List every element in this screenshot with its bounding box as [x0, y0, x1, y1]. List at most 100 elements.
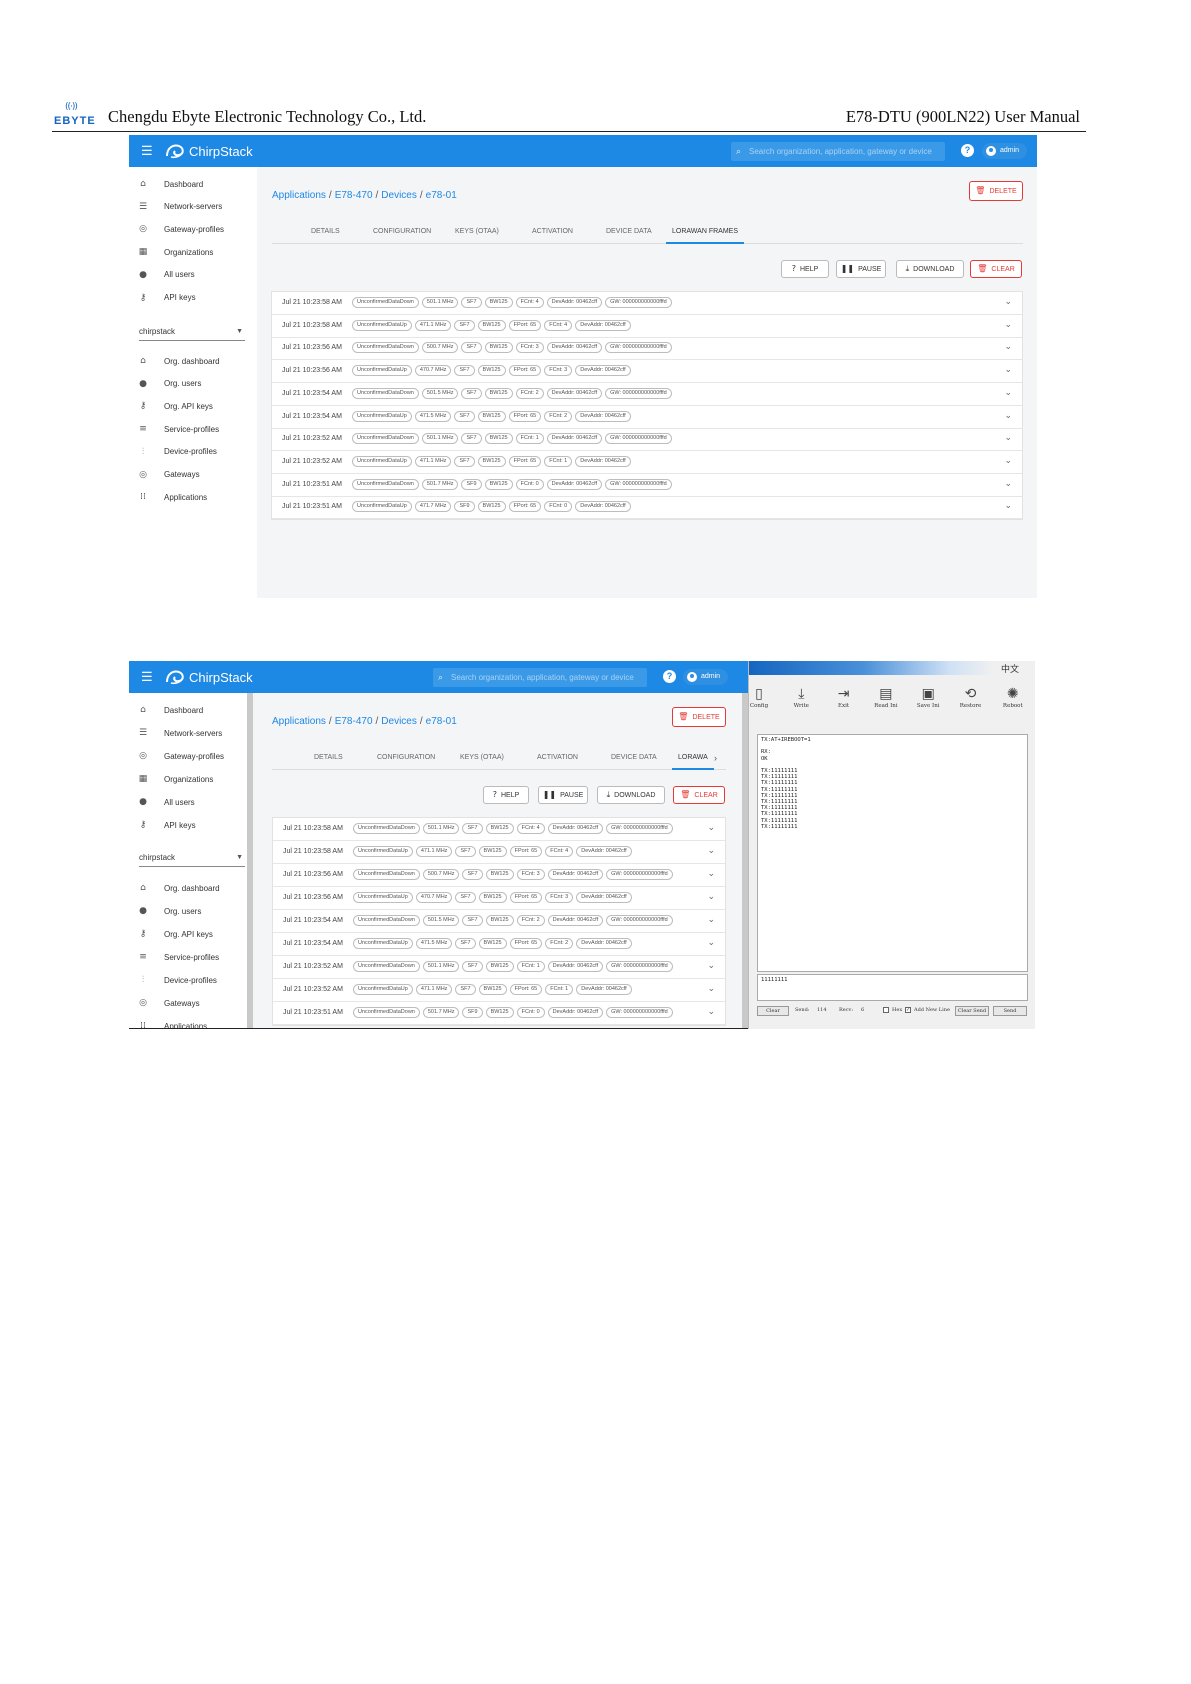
pause-button[interactable]: ❚❚ PAUSE: [836, 260, 886, 278]
sidebar-item[interactable]: ▦ Organizations: [129, 242, 249, 262]
breadcrumb-link[interactable]: e78-01: [426, 716, 457, 727]
expand-chevron-icon[interactable]: ⌄: [707, 984, 715, 994]
frame-row[interactable]: Jul 21 10:23:54 AM UnconfirmedDataUp 471.5…: [272, 406, 1022, 429]
frame-row[interactable]: Jul 21 10:23:58 AM UnconfirmedDataUp 471.1…: [272, 315, 1022, 338]
expand-chevron-icon[interactable]: ⌄: [1004, 320, 1012, 330]
hex-checkbox[interactable]: [883, 1007, 889, 1013]
frame-row[interactable]: Jul 21 10:23:54 AM UnconfirmedDataDown 501…: [272, 383, 1022, 406]
sidebar-item[interactable]: ⁞⁞ Applications: [129, 1016, 249, 1028]
sidebar-item[interactable]: ◎ Gateways: [129, 993, 249, 1013]
expand-chevron-icon[interactable]: ⌄: [707, 892, 715, 902]
expand-chevron-icon[interactable]: ⌄: [1004, 365, 1012, 375]
expand-chevron-icon[interactable]: ⌄: [1004, 479, 1012, 489]
frame-row[interactable]: Jul 21 10:23:52 AM UnconfirmedDataDown 501…: [273, 956, 725, 979]
toolbar-button-restore[interactable]: ⟲ Restore: [953, 685, 989, 715]
sidebar-item[interactable]: ☰ Network-servers: [129, 723, 249, 743]
frame-row[interactable]: Jul 21 10:23:58 AM UnconfirmedDataUp 471.1…: [273, 841, 725, 864]
frame-row[interactable]: Jul 21 10:23:52 AM UnconfirmedDataUp 471.1…: [272, 451, 1022, 474]
tab-activation[interactable]: ACTIVATION: [531, 746, 584, 770]
frame-row[interactable]: Jul 21 10:23:51 AM UnconfirmedDataUp 471.7…: [272, 496, 1022, 520]
expand-chevron-icon[interactable]: ⌄: [707, 846, 715, 856]
clear-button[interactable]: 🗑 CLEAR: [970, 260, 1022, 278]
tab-details[interactable]: DETAILS: [305, 220, 346, 244]
frame-row[interactable]: Jul 21 10:23:51 AM UnconfirmedDataDown 501…: [272, 474, 1022, 497]
language-toggle[interactable]: 中文: [1001, 662, 1019, 675]
expand-chevron-icon[interactable]: ⌄: [1004, 342, 1012, 352]
breadcrumb-link[interactable]: Applications: [272, 716, 326, 727]
user-menu-button[interactable]: admin: [683, 669, 729, 685]
frame-row[interactable]: Jul 21 10:23:51 AM UnconfirmedDataDown 501…: [273, 1002, 725, 1025]
add-new-line-checkbox[interactable]: ✓: [905, 1007, 911, 1013]
sidebar-item[interactable]: ⚷ Org. API keys: [129, 396, 249, 416]
expand-chevron-icon[interactable]: ⌄: [1004, 433, 1012, 443]
expand-chevron-icon[interactable]: ⌄: [707, 938, 715, 948]
expand-chevron-icon[interactable]: ⌄: [1004, 501, 1012, 511]
frame-row[interactable]: Jul 21 10:23:58 AM UnconfirmedDataDown 501…: [273, 818, 725, 841]
pause-button[interactable]: ❚❚ PAUSE: [538, 786, 588, 804]
receive-output-area[interactable]: TX:AT+IREBOOT=1 RX: OK TX:11111111 TX:111111…: [757, 734, 1028, 972]
toolbar-button-read-ini[interactable]: ▤ Read Ini: [868, 685, 904, 715]
toolbar-button-save-ini[interactable]: ▣ Save Ini: [910, 685, 946, 715]
clear-send-button[interactable]: Clear Send: [955, 1006, 989, 1016]
breadcrumb-link[interactable]: Applications: [272, 190, 326, 201]
sidebar-item[interactable]: ⫶ Device-profiles: [129, 442, 249, 462]
toolbar-button-config[interactable]: ▯ Config: [749, 685, 777, 715]
expand-chevron-icon[interactable]: ⌄: [1004, 388, 1012, 398]
send-input-area[interactable]: 11111111: [757, 974, 1028, 1001]
sidebar-item[interactable]: ● All users: [129, 265, 249, 285]
sidebar-item[interactable]: ◎ Gateways: [129, 465, 249, 485]
tab-device-data[interactable]: DEVICE DATA: [605, 746, 663, 770]
tab-configuration[interactable]: CONFIGURATION: [367, 220, 437, 244]
tab-keys-otaa[interactable]: KEYS (OTAA): [454, 746, 510, 770]
delete-button[interactable]: 🗑 DELETE: [969, 181, 1023, 201]
organization-select[interactable]: chirpstack ▼: [139, 851, 245, 867]
download-button[interactable]: ⤓ DOWNLOAD: [896, 260, 964, 278]
sidebar-item[interactable]: ◎ Gateway-profiles: [129, 746, 249, 766]
expand-chevron-icon[interactable]: ⌄: [707, 869, 715, 879]
sidebar-item[interactable]: ⌂ Dashboard: [129, 174, 249, 194]
sidebar-item[interactable]: ◎ Gateway-profiles: [129, 219, 249, 239]
breadcrumb-link[interactable]: Devices: [381, 716, 417, 727]
tab-configuration[interactable]: CONFIGURATION: [371, 746, 441, 770]
sidebar-item[interactable]: ● Org. users: [129, 901, 249, 921]
sidebar-item[interactable]: ⌂ Dashboard: [129, 700, 249, 720]
sidebar-item[interactable]: ⚷ API keys: [129, 815, 249, 835]
expand-chevron-icon[interactable]: ⌄: [707, 961, 715, 971]
sidebar-item[interactable]: ⌂ Org. dashboard: [129, 878, 249, 898]
frame-row[interactable]: Jul 21 10:23:56 AM UnconfirmedDataUp 470.7…: [272, 360, 1022, 384]
global-search-input[interactable]: ⌕ Search organization, application, gate…: [433, 668, 647, 687]
sidebar-item[interactable]: ⫶ Device-profiles: [129, 970, 249, 990]
toolbar-button-exit[interactable]: ⇥ Exit: [826, 685, 862, 715]
sidebar-item[interactable]: ⌂ Org. dashboard: [129, 351, 249, 371]
delete-button[interactable]: 🗑 DELETE: [672, 707, 726, 727]
breadcrumb-link[interactable]: E78-470: [335, 190, 373, 201]
clear-button[interactable]: Clear: [757, 1006, 789, 1016]
expand-chevron-icon[interactable]: ⌄: [1004, 297, 1012, 307]
frame-row[interactable]: Jul 21 10:23:52 AM UnconfirmedDataUp 471.1…: [273, 979, 725, 1002]
frame-row[interactable]: Jul 21 10:23:52 AM UnconfirmedDataDown 501…: [272, 428, 1022, 452]
expand-chevron-icon[interactable]: ⌄: [1004, 456, 1012, 466]
organization-select[interactable]: chirpstack ▼: [139, 325, 245, 341]
download-button[interactable]: ⤓ DOWNLOAD: [597, 786, 665, 804]
menu-toggle-icon[interactable]: ☰: [141, 143, 153, 159]
toolbar-button-reboot[interactable]: ✺ Reboot: [995, 685, 1031, 715]
sidebar-item[interactable]: ● All users: [129, 792, 249, 812]
frame-row[interactable]: Jul 21 10:23:56 AM UnconfirmedDataDown 500…: [273, 864, 725, 887]
help-icon[interactable]: ?: [961, 144, 974, 157]
toolbar-button-write[interactable]: ⤓ Write: [783, 685, 819, 715]
user-menu-button[interactable]: admin: [982, 143, 1028, 159]
tab-lorawan-frames[interactable]: LORAWAN FRAMES: [666, 220, 744, 244]
expand-chevron-icon[interactable]: ⌄: [707, 823, 715, 833]
tab-lorawan-frames[interactable]: LORAWA: [672, 746, 714, 770]
sidebar-item[interactable]: ⚷ Org. API keys: [129, 924, 249, 944]
frame-row[interactable]: Jul 21 10:23:54 AM UnconfirmedDataUp 471.5…: [273, 933, 725, 956]
frame-row[interactable]: Jul 21 10:23:56 AM UnconfirmedDataUp 470.7…: [273, 887, 725, 910]
breadcrumb-link[interactable]: e78-01: [426, 190, 457, 201]
sidebar-item[interactable]: ☰ Network-servers: [129, 197, 249, 217]
sidebar-item[interactable]: ⚷ API keys: [129, 288, 249, 308]
expand-chevron-icon[interactable]: ⌄: [707, 915, 715, 925]
sidebar-item[interactable]: ≡ Service-profiles: [129, 419, 249, 439]
clear-button[interactable]: 🗑 CLEAR: [673, 786, 725, 804]
help-button[interactable]: ? HELP: [781, 260, 829, 278]
help-icon[interactable]: ?: [663, 670, 676, 683]
